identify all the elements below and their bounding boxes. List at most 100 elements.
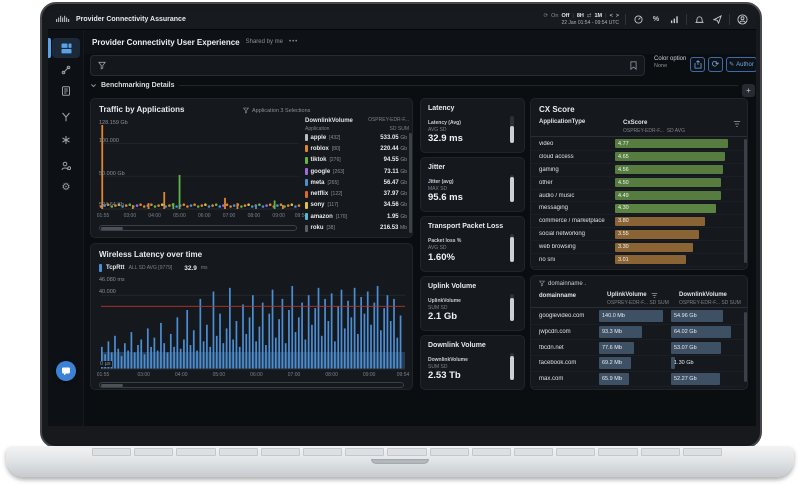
paper-plane-icon[interactable]: [711, 13, 723, 25]
chevron-down-icon[interactable]: [90, 82, 97, 89]
color-option-control[interactable]: Color option None: [654, 55, 686, 71]
x-tick-label: 04:00: [175, 372, 188, 378]
table-row-partial: [531, 387, 743, 390]
time-range-controls: ⟳ On Off | 8H ⇄ 1M | < > 22 Jan 01:54 - …: [544, 13, 620, 27]
legend-row[interactable]: apple[432]533.05 Gb: [305, 132, 407, 143]
vertical-scrollbar[interactable]: [744, 139, 747, 263]
downlink-bar: 64.02 Gb: [671, 326, 731, 338]
cx-score-row[interactable]: other4.50: [531, 177, 743, 190]
column-header-cxscore[interactable]: CxScore OSPREY-EDR-F... SD AVG: [623, 119, 685, 136]
cx-category-label: no sni: [531, 257, 615, 263]
legend-row[interactable]: roku[38]216.53 Mb: [305, 222, 407, 233]
app-value-unit: Gb: [400, 135, 407, 141]
cx-score-row[interactable]: web browsing3.30: [531, 241, 743, 254]
sidebar-item-reports[interactable]: [52, 81, 80, 101]
traffic-chart-area[interactable]: [97, 117, 303, 217]
bar-chart-icon[interactable]: [668, 13, 680, 25]
bookmark-icon[interactable]: [630, 61, 637, 70]
x-tick-label: 09:00: [272, 213, 285, 219]
uplink-bar: 65.9 Mb: [599, 373, 629, 385]
y-axis-label: 100.000: [99, 138, 119, 144]
chat-help-button[interactable]: [56, 361, 76, 381]
range-8h-button[interactable]: 8H: [577, 13, 584, 20]
kpi-metric-label: Latency (Avg): [428, 120, 461, 126]
application-filter-chip[interactable]: Application 3 Selections: [243, 107, 310, 114]
app-name: roku: [311, 225, 324, 231]
domainname-filter-chip[interactable]: domainname .: [539, 280, 586, 287]
panel-title: Wireless Latency over time: [99, 250, 202, 259]
cx-score-row[interactable]: cloud access4.65: [531, 151, 743, 164]
legend-row[interactable]: sony[117]34.56 Gb: [305, 200, 407, 211]
cx-category-label: messaging: [531, 205, 615, 211]
sort-icon[interactable]: [733, 120, 741, 128]
table-row[interactable]: fbcdn.net77.6 Mb53.07 Gb: [531, 340, 743, 356]
account-icon[interactable]: [736, 13, 748, 25]
app-color-chip: [305, 168, 308, 175]
sidebar-item-topology[interactable]: [52, 60, 80, 80]
sidebar-item-user-admin[interactable]: [52, 156, 80, 176]
legend-row[interactable]: roblox[80]220.44 Gb: [305, 143, 407, 154]
vertical-scrollbar[interactable]: [409, 133, 412, 233]
cx-score-row[interactable]: video4.77: [531, 138, 743, 151]
cx-score-row[interactable]: audio / music4.49: [531, 190, 743, 203]
cx-score-row[interactable]: messaging4.30: [531, 202, 743, 215]
legend-row[interactable]: amazon[170]1.95 Gb: [305, 211, 407, 222]
percent-icon[interactable]: %: [650, 13, 662, 25]
sidebar-item-analyze[interactable]: [52, 130, 80, 150]
legend-row[interactable]: netflix[122]37.97 Gb: [305, 188, 407, 199]
column-header-downlink[interactable]: DownlinkVolume OSPREY-EDR-F... SD SUM: [679, 291, 741, 308]
legend-row[interactable]: google[263]73.11 Gb: [305, 166, 407, 177]
table-row[interactable]: facebook.com69.2 Mb1.30 Gb: [531, 356, 743, 372]
x-tick-label: 04:00: [148, 213, 161, 219]
cisco-logo: [56, 15, 70, 24]
time-prev-button[interactable]: <: [610, 13, 613, 20]
column-header-applicationtype[interactable]: ApplicationType: [539, 119, 585, 125]
y-axis-label: 50.000 Gb: [99, 171, 125, 177]
add-widget-button[interactable]: +: [742, 84, 755, 97]
author-button[interactable]: ✎ Author: [726, 57, 756, 72]
sidebar-item-flows[interactable]: [52, 107, 80, 127]
kpi-title: Downlink Volume: [428, 342, 486, 349]
export-button[interactable]: [690, 57, 705, 72]
cx-score-bar: 3.30: [615, 243, 693, 252]
horizontal-scrollbar[interactable]: [99, 382, 404, 388]
app-title: Provider Connectivity Assurance: [76, 16, 186, 23]
x-tick-label: 01:55: [97, 372, 110, 378]
cx-score-row[interactable]: gaming4.56: [531, 164, 743, 177]
legend-row[interactable]: tiktok[276]94.55 Gb: [305, 155, 407, 166]
dashboard-screen: Provider Connectivity Assurance ⟳ On Off…: [48, 10, 756, 426]
series-legend[interactable]: TcpRtt ALL SD AVG [9779] 32.9 ms: [99, 264, 208, 272]
app-count: [80]: [332, 146, 340, 152]
keyboard-key: [303, 448, 342, 456]
refresh-button[interactable]: ⟳: [708, 57, 723, 72]
cx-score-row[interactable]: no sni3.01: [531, 254, 743, 267]
keyboard-key: [345, 448, 384, 456]
app-color-chip: [305, 145, 308, 152]
vertical-scrollbar[interactable]: [744, 312, 747, 382]
live-off-toggle[interactable]: Off: [561, 13, 569, 20]
horizontal-scrollbar[interactable]: [99, 225, 297, 231]
legend-row[interactable]: meta[265]56.47 Gb: [305, 177, 407, 188]
live-on-toggle[interactable]: On: [551, 13, 558, 20]
cx-score-row[interactable]: commerce / marketplace3.80: [531, 215, 743, 228]
kpi-gauge: [510, 116, 514, 143]
cx-score-bar: 4.56: [615, 165, 723, 174]
range-1m-button[interactable]: 1M: [594, 13, 602, 20]
bell-icon[interactable]: [693, 13, 705, 25]
cx-score-row[interactable]: social networking3.55: [531, 228, 743, 241]
column-header-domainname[interactable]: domainname: [539, 293, 576, 299]
panel-title: CX Score: [539, 105, 575, 114]
keyboard-key: [641, 448, 680, 456]
gauge-icon[interactable]: [632, 13, 644, 25]
table-row[interactable]: jwpcdn.com93.3 Mb64.02 Gb: [531, 325, 743, 341]
time-next-button[interactable]: >: [616, 13, 619, 20]
kpi-aggregation-label: MAX SD: [428, 186, 447, 192]
sidebar-item-dashboards[interactable]: [52, 38, 80, 58]
table-row[interactable]: googlevideo.com140.0 Mb54.96 Gb: [531, 309, 743, 325]
sidebar-item-settings[interactable]: ⚙: [52, 177, 80, 197]
auto-refresh-icon[interactable]: ⟳: [544, 13, 549, 20]
wireless-chart-area[interactable]: [97, 280, 408, 375]
column-header-uplink[interactable]: UplinkVolume OSPREY-EDR-F... SD SUM: [607, 291, 669, 308]
filter-bar[interactable]: [90, 55, 645, 76]
table-row[interactable]: max.com65.9 Mb52.27 Gb: [531, 372, 743, 388]
